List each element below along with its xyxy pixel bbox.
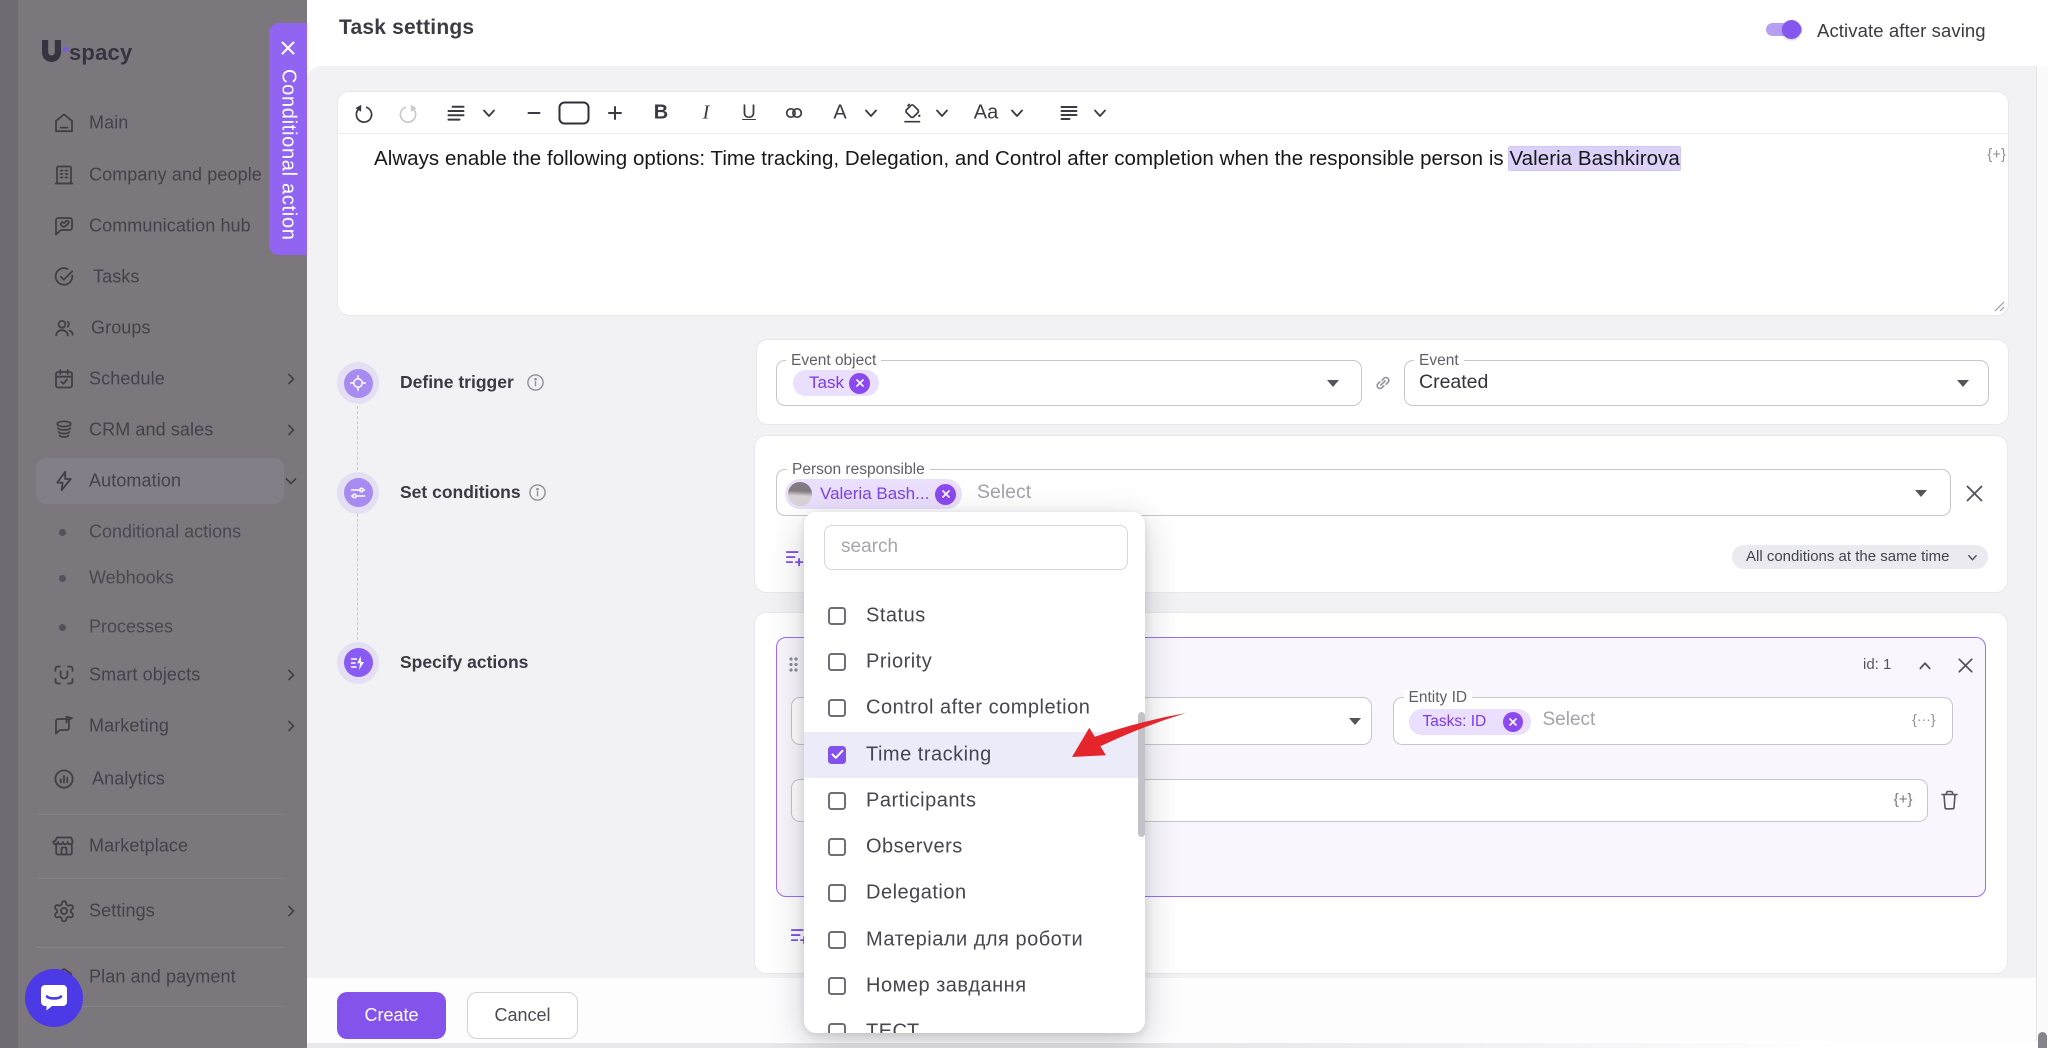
svg-text:spacy: spacy [69, 40, 133, 65]
